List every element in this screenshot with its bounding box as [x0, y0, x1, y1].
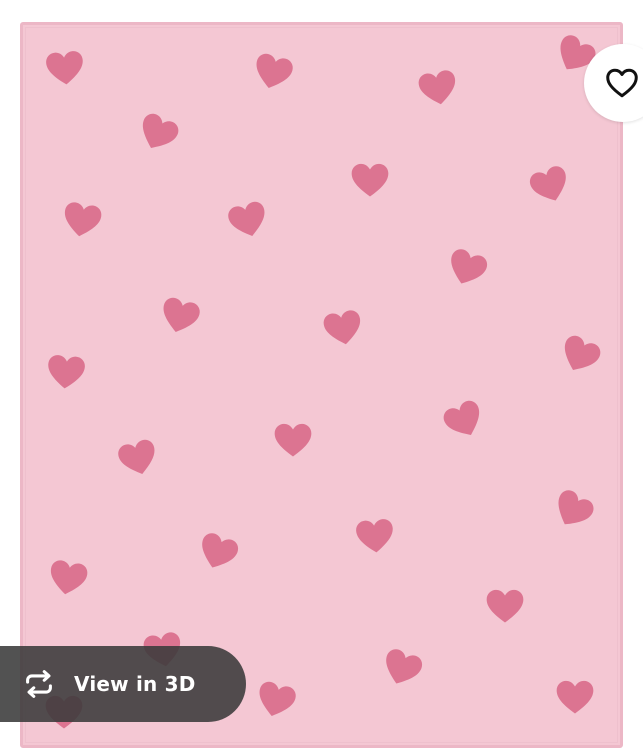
heart-outline-icon — [606, 68, 638, 98]
heart-motif — [351, 512, 399, 560]
product-image-viewer: View in 3D — [0, 0, 643, 752]
heart-motif — [43, 553, 94, 604]
rotate-3d-icon — [26, 670, 52, 698]
heart-motif — [483, 584, 527, 628]
view-in-3d-label: View in 3D — [74, 672, 196, 696]
heart-motif — [41, 44, 89, 92]
rug-border — [25, 27, 618, 743]
heart-motif — [348, 158, 392, 202]
heart-motif — [413, 63, 464, 114]
heart-motif — [271, 418, 315, 462]
rug-product-image[interactable] — [20, 22, 623, 748]
heart-motif — [42, 348, 90, 396]
heart-motif — [57, 195, 108, 246]
heart-motif — [318, 303, 369, 354]
view-in-3d-button[interactable]: View in 3D — [0, 646, 246, 722]
heart-motif — [553, 675, 597, 719]
